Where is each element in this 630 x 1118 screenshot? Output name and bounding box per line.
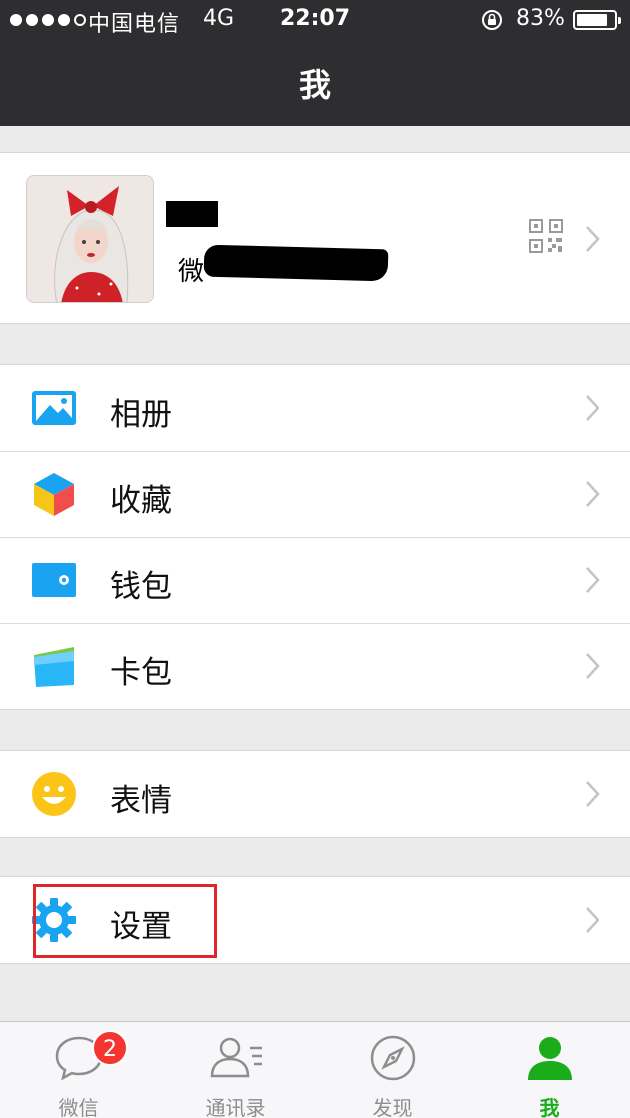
tab-label: 通讯录 bbox=[205, 1096, 266, 1118]
avatar-illustration bbox=[27, 176, 153, 302]
wechat-id-redaction bbox=[203, 244, 389, 282]
chevron-right-icon bbox=[586, 395, 600, 421]
contacts-icon bbox=[210, 1037, 262, 1078]
tab-chats[interactable]: 2 微信 bbox=[0, 1022, 157, 1118]
nickname-redaction bbox=[166, 201, 218, 227]
menu-label: 相册 bbox=[110, 397, 172, 433]
battery-percent: 83% bbox=[516, 6, 565, 31]
menu-item-cards[interactable]: 卡包 bbox=[0, 623, 630, 709]
top-bar: 中国电信 4G 22:07 83% 我 bbox=[0, 0, 630, 126]
rotation-lock-icon bbox=[482, 10, 502, 30]
battery-icon bbox=[573, 10, 621, 30]
chevron-right-icon bbox=[586, 226, 600, 252]
menu-label: 卡包 bbox=[110, 655, 172, 691]
tab-label: 微信 bbox=[58, 1096, 99, 1118]
tab-label: 我 bbox=[539, 1096, 560, 1118]
wallet-icon bbox=[32, 563, 76, 597]
menu-label: 钱包 bbox=[110, 569, 172, 605]
menu-group-main: 相册 收藏 钱包 卡包 bbox=[0, 364, 630, 710]
avatar[interactable] bbox=[26, 175, 154, 303]
menu-item-album[interactable]: 相册 bbox=[0, 365, 630, 451]
page-title: 我 bbox=[298, 66, 331, 104]
qr-code-icon[interactable] bbox=[529, 219, 563, 253]
compass-icon bbox=[370, 1035, 415, 1081]
menu-item-favorites[interactable]: 收藏 bbox=[0, 451, 630, 537]
tab-discover[interactable]: 发现 bbox=[314, 1022, 471, 1118]
menu-item-stickers[interactable]: 表情 bbox=[0, 751, 630, 837]
tab-contacts[interactable]: 通讯录 bbox=[157, 1022, 314, 1118]
status-bar: 中国电信 4G 22:07 83% bbox=[0, 0, 630, 40]
tab-label: 发现 bbox=[372, 1096, 413, 1118]
menu-label: 表情 bbox=[110, 783, 172, 819]
album-icon bbox=[32, 391, 76, 425]
chevron-right-icon bbox=[586, 653, 600, 679]
chevron-right-icon bbox=[586, 481, 600, 507]
profile-card[interactable]: 微 han_c bbox=[0, 152, 630, 324]
tab-bar: 2 微信 通讯录 发现 我 bbox=[0, 1021, 630, 1118]
menu-group-stickers: 表情 bbox=[0, 750, 630, 838]
chevron-right-icon bbox=[586, 781, 600, 807]
unread-badge: 2 bbox=[92, 1030, 128, 1066]
wechat-id-prefix: 微 bbox=[178, 257, 205, 287]
chevron-right-icon bbox=[586, 567, 600, 593]
menu-label: 收藏 bbox=[110, 483, 172, 519]
me-icon bbox=[527, 1037, 572, 1080]
settings-highlight-box bbox=[33, 884, 217, 958]
tab-me[interactable]: 我 bbox=[471, 1022, 628, 1118]
favorites-icon bbox=[34, 473, 74, 516]
cards-icon bbox=[34, 647, 74, 687]
chevron-right-icon bbox=[586, 907, 600, 933]
sticker-icon bbox=[32, 772, 76, 816]
menu-item-wallet[interactable]: 钱包 bbox=[0, 537, 630, 623]
